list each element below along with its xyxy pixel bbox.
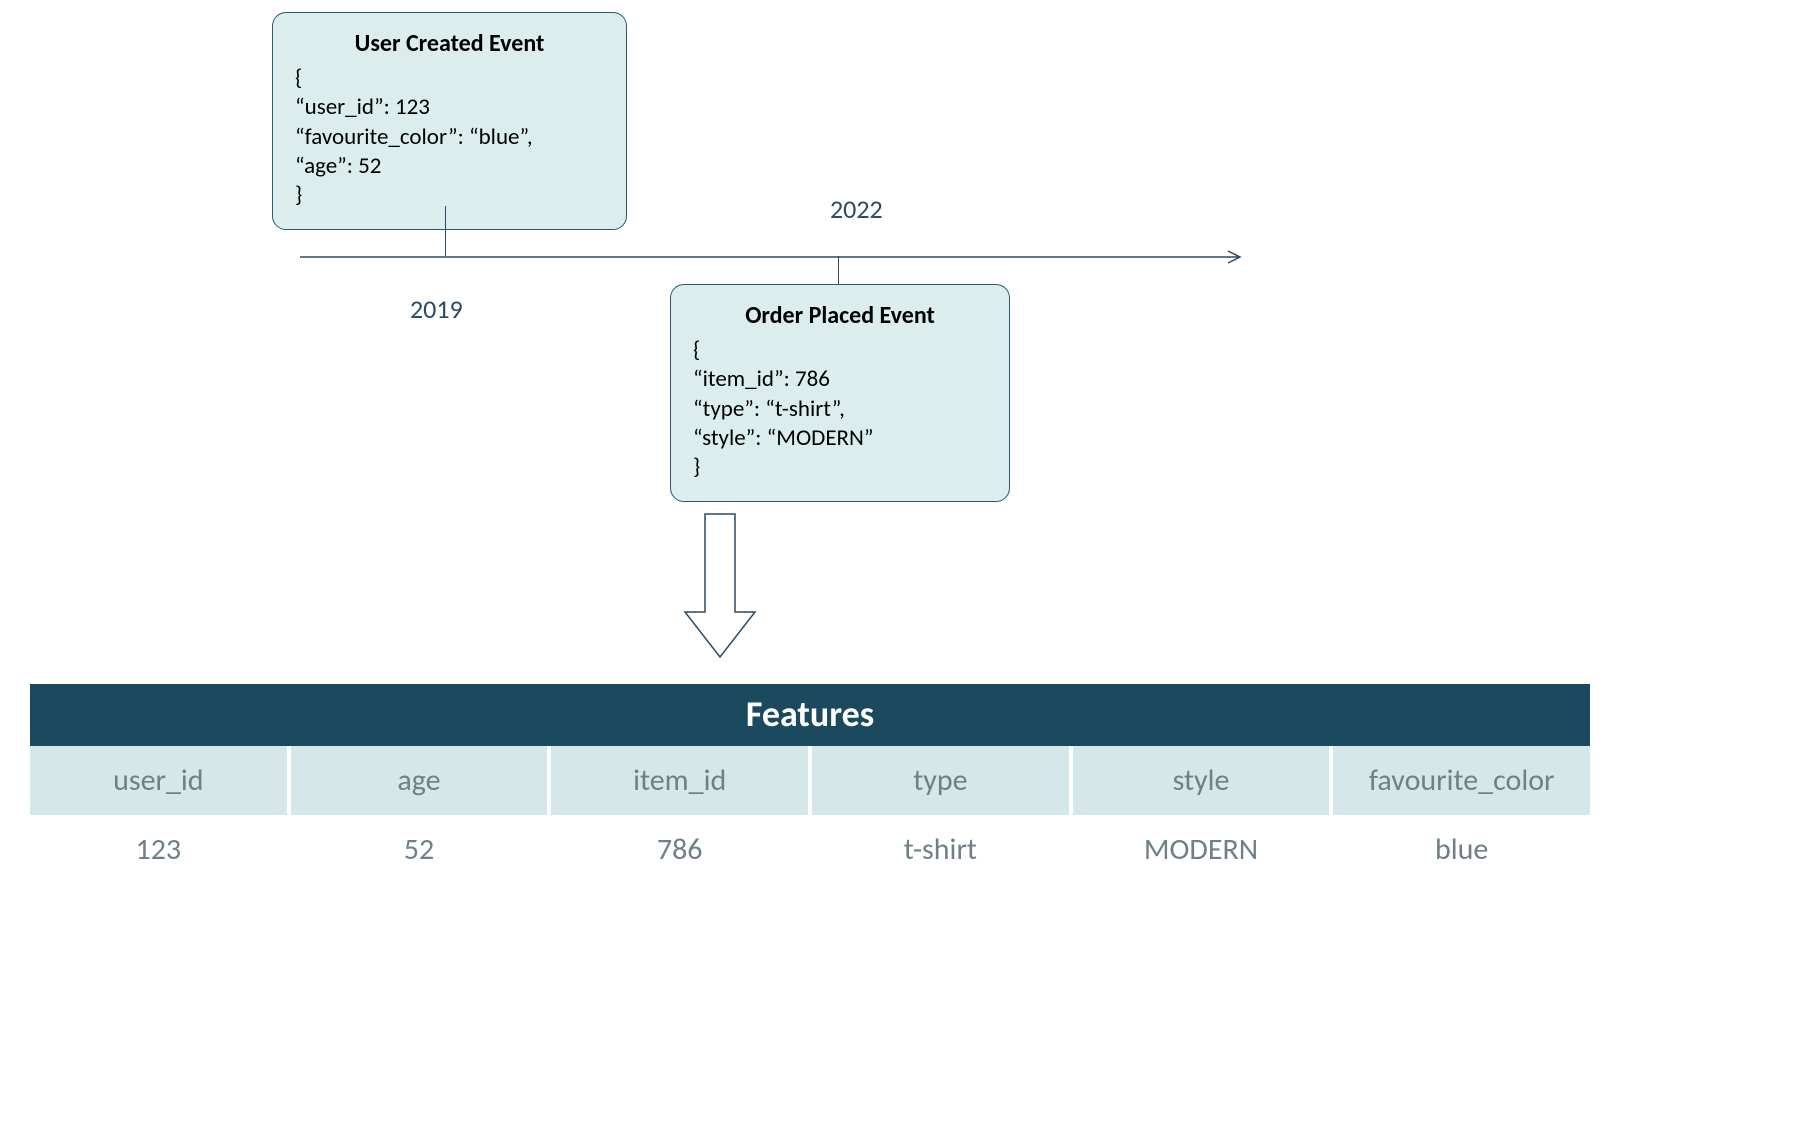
table-cell: 786	[551, 815, 812, 884]
timeline-arrow-icon	[300, 249, 1260, 269]
table-cell: blue	[1333, 815, 1590, 884]
table-cell: t-shirt	[812, 815, 1073, 884]
down-arrow-icon	[680, 512, 760, 662]
event-body: { “item_id”: 786 “type”: “t-shirt”, “sty…	[693, 336, 987, 483]
table-cell: MODERN	[1073, 815, 1334, 884]
column-header: style	[1073, 746, 1334, 815]
event-body: { “user_id”: 123 “favourite_color”: “blu…	[295, 64, 604, 211]
event-box-user-created: User Created Event { “user_id”: 123 “fav…	[272, 12, 627, 230]
features-title: Features	[30, 684, 1590, 746]
timeline-year-2019: 2019	[410, 293, 463, 325]
table-cell: 52	[291, 815, 552, 884]
features-header-row: user_id age item_id type style favourite…	[30, 746, 1590, 815]
features-table: Features user_id age item_id type style …	[30, 684, 1590, 884]
column-header: age	[291, 746, 552, 815]
event-box-order-placed: Order Placed Event { “item_id”: 786 “typ…	[670, 284, 1010, 502]
column-header: type	[812, 746, 1073, 815]
column-header: favourite_color	[1333, 746, 1590, 815]
column-header: item_id	[551, 746, 812, 815]
table-cell: 123	[30, 815, 291, 884]
column-header: user_id	[30, 746, 291, 815]
event-title: User Created Event	[295, 29, 604, 60]
timeline-year-2022: 2022	[830, 193, 883, 225]
table-row: 123 52 786 t-shirt MODERN blue	[30, 815, 1590, 884]
event-title: Order Placed Event	[693, 301, 987, 332]
